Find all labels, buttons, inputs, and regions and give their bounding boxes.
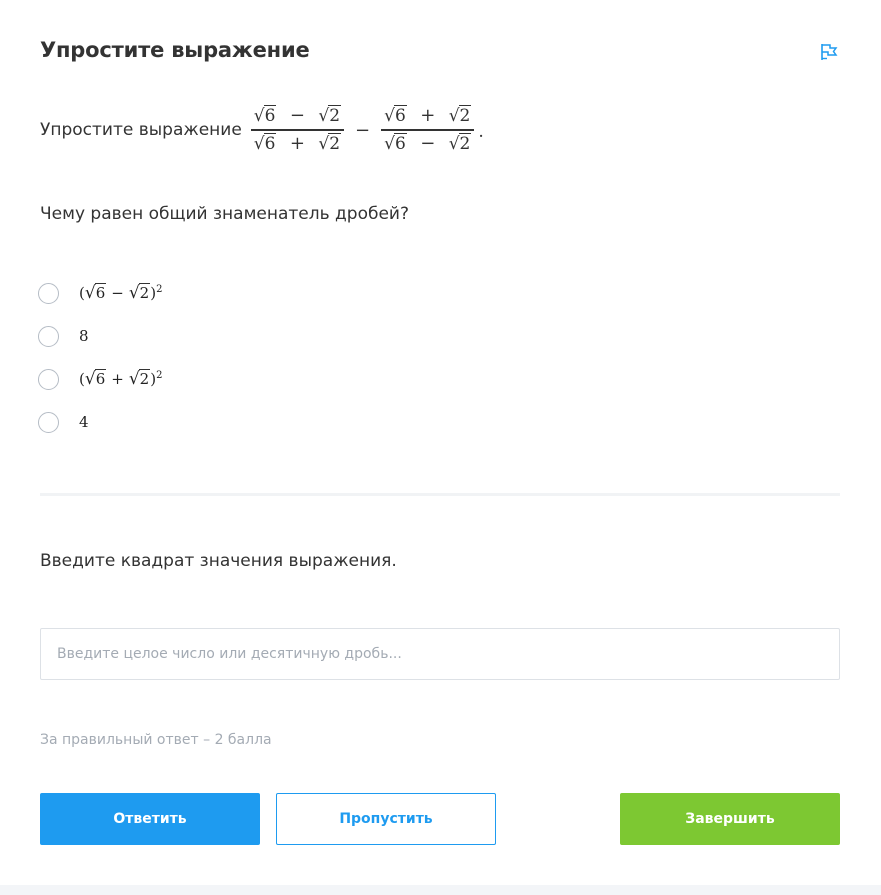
radicand: 2 [328, 132, 342, 154]
radio-button[interactable] [38, 282, 59, 304]
operator: − [289, 105, 305, 127]
radio-button[interactable] [38, 368, 59, 390]
answer-button[interactable]: Ответить [40, 793, 260, 845]
finish-button[interactable]: Завершить [620, 793, 840, 845]
operator: + [289, 132, 305, 154]
option-4[interactable]: 4 [38, 409, 338, 435]
fraction-1: √6 − √2 √6 + √2 [250, 103, 345, 156]
fraction-2-numerator: √6 + √2 [384, 105, 472, 127]
expression-end: . [478, 122, 484, 142]
option-3-label: (√6 + √2)2 [79, 369, 163, 389]
radicand: 6 [393, 132, 407, 154]
operator: + [420, 105, 436, 127]
fraction-1-numerator: √6 − √2 [253, 105, 342, 127]
task-title: Упростите выражение [40, 38, 310, 62]
flag-icon[interactable] [820, 43, 838, 61]
fraction-1-denominator: √6 + √2 [253, 132, 342, 154]
radicand: 2 [458, 132, 472, 154]
section-divider [40, 493, 840, 496]
question-text: Чему равен общий знаменатель дробей? [40, 204, 410, 224]
statement-lead: Упростите выражение [40, 120, 242, 140]
radio-button[interactable] [38, 411, 59, 433]
option-1[interactable]: (√6− √2)2 [38, 280, 338, 306]
main-operator: − [355, 119, 371, 141]
fraction-2: √6 + √2 √6 − √2 [381, 103, 475, 156]
radicand: 6 [263, 105, 277, 127]
option-2-label: 8 [79, 327, 89, 345]
radio-button[interactable] [38, 325, 59, 347]
task-statement: Упростите выражение √6 − √2 √6 + √2 − √6… [40, 100, 484, 160]
radicand: 6 [263, 132, 277, 154]
option-3[interactable]: (√6 + √2)2 [38, 366, 338, 392]
answer-input[interactable] [40, 628, 840, 680]
radicand: 2 [328, 105, 342, 127]
points-note: За правильный ответ – 2 балла [40, 732, 272, 748]
second-prompt: Введите квадрат значения выражения. [40, 551, 397, 571]
task-card: Упростите выражение Упростите выражение … [0, 0, 881, 885]
option-4-label: 4 [79, 413, 89, 431]
option-1-label: (√6− √2)2 [79, 283, 163, 303]
option-2[interactable]: 8 [38, 323, 338, 349]
fraction-2-denominator: √6 − √2 [384, 132, 472, 154]
radicand: 6 [393, 105, 407, 127]
skip-button[interactable]: Пропустить [276, 793, 496, 845]
operator: − [420, 132, 436, 154]
radicand: 2 [458, 105, 472, 127]
